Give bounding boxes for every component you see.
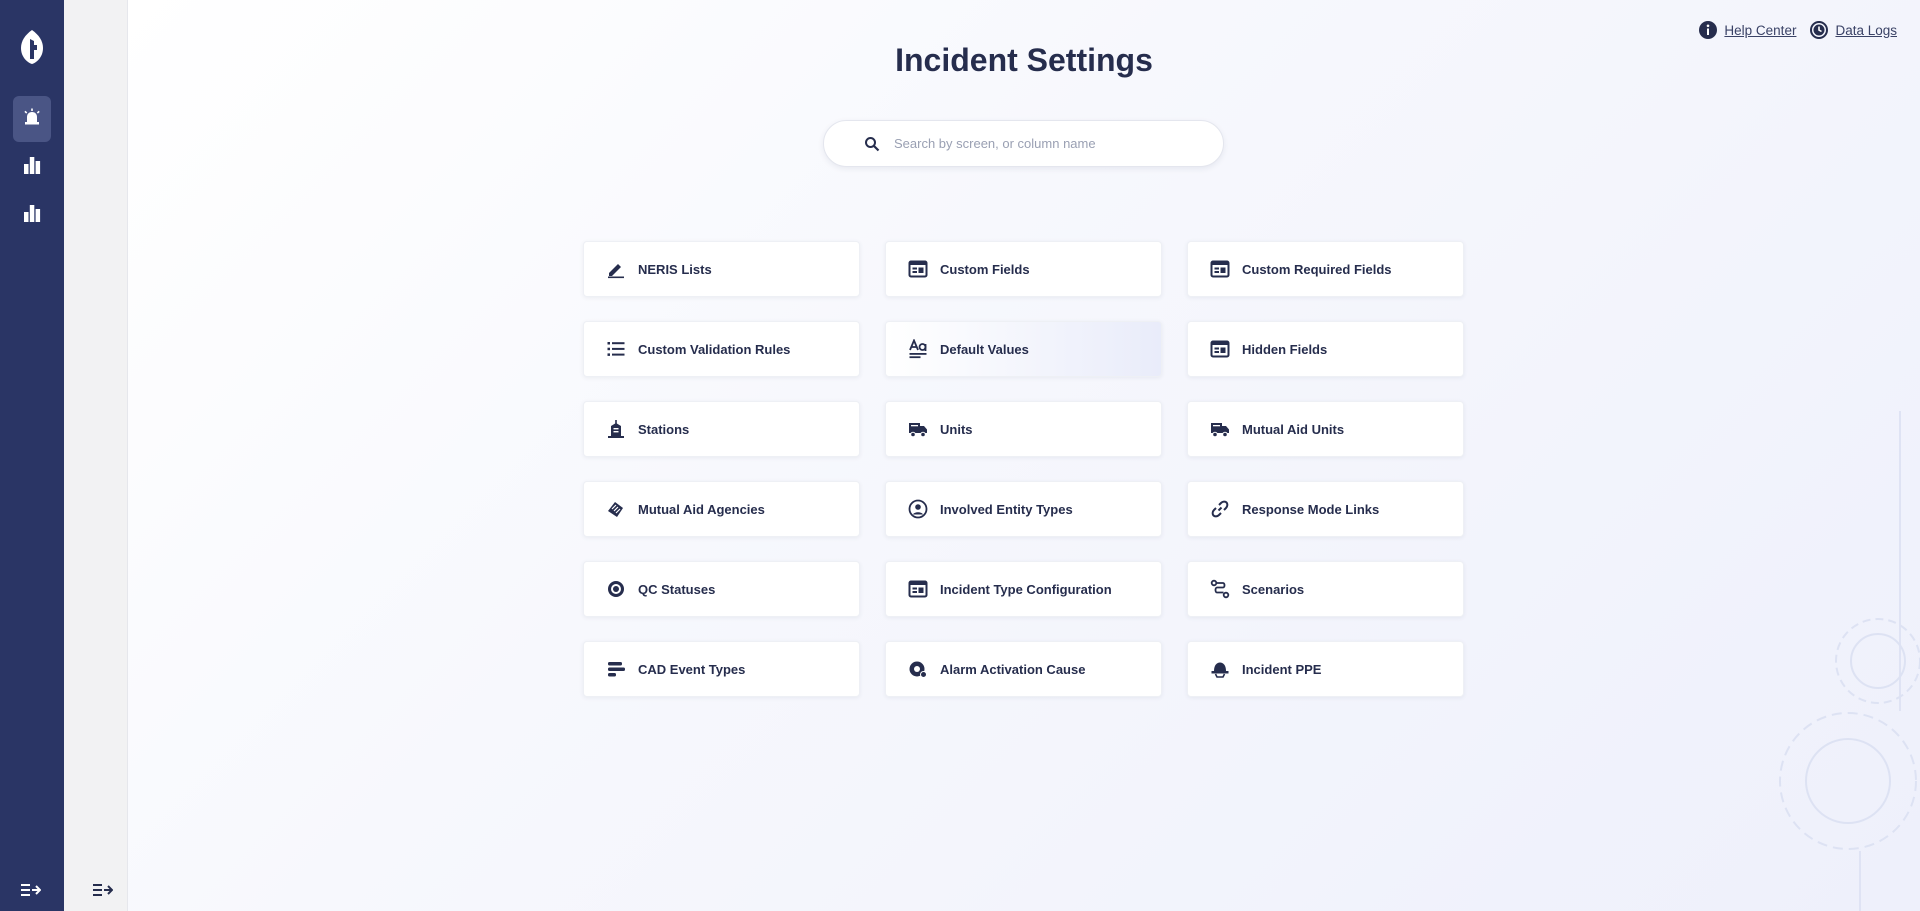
sidebar-item-reports[interactable] [13, 144, 51, 190]
card-label: QC Statuses [638, 581, 716, 597]
app-logo[interactable] [17, 29, 47, 65]
table-form-icon [1210, 339, 1230, 359]
card-custom-required-fields[interactable]: Custom Required Fields [1187, 241, 1464, 297]
pen-icon [606, 259, 626, 279]
card-label: Mutual Aid Units [1242, 421, 1345, 437]
card-custom-validation-rules[interactable]: Custom Validation Rules [583, 321, 860, 377]
card-involved-entity-types[interactable]: Involved Entity Types [885, 481, 1162, 537]
bar-chart-icon [23, 204, 41, 227]
helmet-icon [1210, 659, 1230, 679]
card-label: Scenarios [1242, 581, 1305, 597]
expand-subpanel-button[interactable] [93, 883, 114, 899]
card-neris-lists[interactable]: NERIS Lists [583, 241, 860, 297]
truck-icon [908, 419, 928, 439]
card-units[interactable]: Units [885, 401, 1162, 457]
data-logs-label: Data Logs [1835, 22, 1897, 38]
card-stations[interactable]: Stations [583, 401, 860, 457]
card-mutual-aid-units[interactable]: Mutual Aid Units [1187, 401, 1464, 457]
card-label: CAD Event Types [638, 661, 746, 677]
search-input[interactable] [894, 136, 1194, 151]
card-label: Incident PPE [1242, 661, 1322, 677]
alarm-icon [908, 659, 928, 679]
card-label: Mutual Aid Agencies [638, 501, 765, 517]
link-icon [1210, 499, 1230, 519]
card-cad-event-types[interactable]: CAD Event Types [583, 641, 860, 697]
decorative-gears [1700, 411, 1920, 911]
sidebar-item-incidents[interactable] [13, 96, 51, 142]
route-icon [1210, 579, 1230, 599]
table-form-icon [908, 259, 928, 279]
card-label: Stations [638, 421, 690, 437]
help-center-link[interactable]: Help Center [1698, 20, 1796, 40]
person-circle-icon [908, 499, 928, 519]
card-alarm-activation-cause[interactable]: Alarm Activation Cause [885, 641, 1162, 697]
card-scenarios[interactable]: Scenarios [1187, 561, 1464, 617]
station-icon [606, 419, 626, 439]
list-icon [606, 339, 626, 359]
card-label: Response Mode Links [1242, 501, 1380, 517]
card-label: Default Values [940, 341, 1029, 357]
settings-grid: NERIS Lists Custom Fields Custom Require… [583, 241, 1464, 697]
table-form-icon [1210, 259, 1230, 279]
secondary-sidebar [64, 0, 128, 911]
top-links: Help Center Data Logs [1698, 20, 1897, 40]
card-incident-ppe[interactable]: Incident PPE [1187, 641, 1464, 697]
siren-icon [23, 108, 41, 131]
card-label: Hidden Fields [1242, 341, 1328, 357]
search-icon [864, 136, 880, 152]
main-content: Help Center Data Logs Incident Settings … [128, 0, 1920, 911]
search-box[interactable] [823, 120, 1224, 167]
history-icon [1809, 20, 1829, 40]
data-logs-link[interactable]: Data Logs [1809, 20, 1897, 40]
stacked-bars-icon [606, 659, 626, 679]
card-label: Involved Entity Types [940, 501, 1073, 517]
truck-icon [1210, 419, 1230, 439]
primary-sidebar [0, 0, 64, 911]
handshake-icon [606, 499, 626, 519]
card-response-mode-links[interactable]: Response Mode Links [1187, 481, 1464, 537]
card-mutual-aid-agencies[interactable]: Mutual Aid Agencies [583, 481, 860, 537]
card-incident-type-configuration[interactable]: Incident Type Configuration [885, 561, 1162, 617]
expand-sidebar-button[interactable] [21, 883, 43, 899]
info-icon [1698, 20, 1718, 40]
text-format-icon [908, 339, 928, 359]
card-label: Units [940, 421, 973, 437]
card-label: Custom Validation Rules [638, 341, 791, 357]
card-default-values[interactable]: Default Values [885, 321, 1162, 377]
card-hidden-fields[interactable]: Hidden Fields [1187, 321, 1464, 377]
bar-chart-icon [23, 156, 41, 179]
page-title: Incident Settings [895, 42, 1153, 78]
help-center-label: Help Center [1724, 22, 1797, 38]
card-qc-statuses[interactable]: QC Statuses [583, 561, 860, 617]
table-form-icon [908, 579, 928, 599]
card-label: Custom Fields [940, 261, 1030, 277]
target-icon [606, 579, 626, 599]
card-label: Custom Required Fields [1242, 261, 1392, 277]
card-label: Alarm Activation Cause [940, 661, 1086, 677]
sidebar-item-analytics[interactable] [13, 192, 51, 238]
card-label: NERIS Lists [638, 261, 712, 277]
card-label: Incident Type Configuration [940, 581, 1112, 597]
card-custom-fields[interactable]: Custom Fields [885, 241, 1162, 297]
